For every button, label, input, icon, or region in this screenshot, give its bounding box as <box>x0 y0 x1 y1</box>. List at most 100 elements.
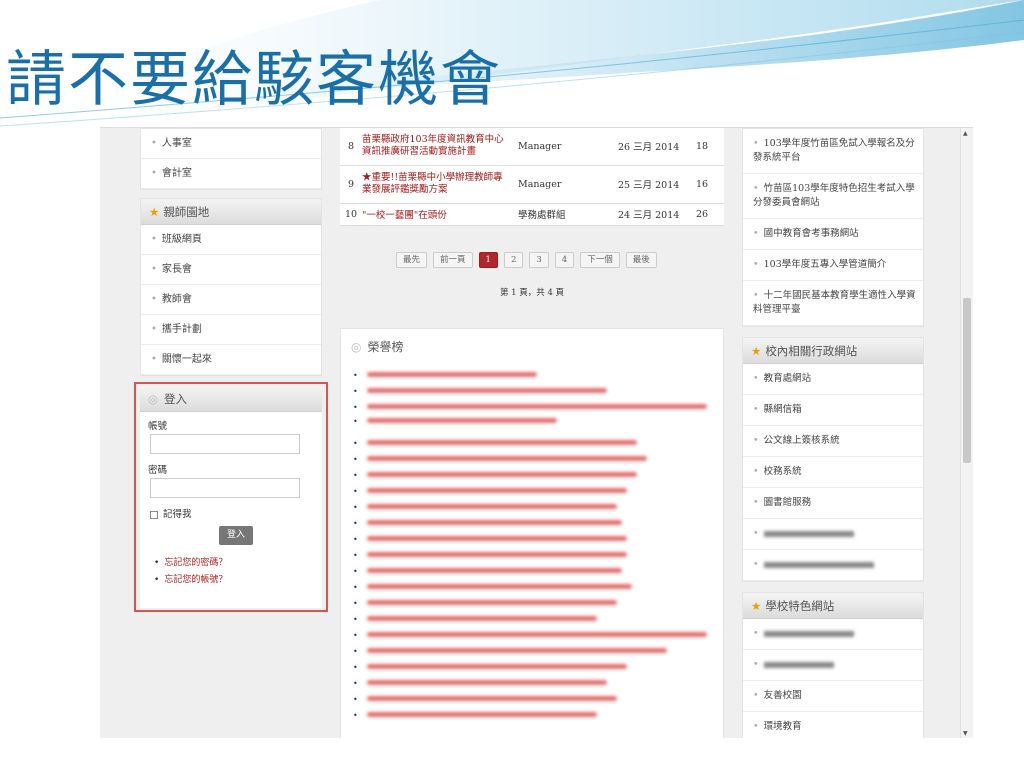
scrollbar-thumb[interactable] <box>963 298 971 463</box>
pager-page-4[interactable]: 4 <box>554 252 575 268</box>
sidebar-item-care[interactable]: • 關懷一起來 <box>141 345 321 375</box>
pager-last[interactable]: 最後 <box>625 252 657 268</box>
right-sidebar: • 103學年度竹苗區免試入學報名及分發系統平台 • 竹苗區103學年度特色招生考試… <box>742 128 924 738</box>
vertical-scrollbar[interactable]: ▲ ▼ <box>960 128 973 738</box>
forgot-account-link[interactable]: • 忘記您的帳號？ <box>154 572 322 585</box>
circle-icon: ◎ <box>148 392 159 406</box>
feature-links-panel: ★ 學校特色網站 • • • 友善校園 • 環境教育 <box>742 592 924 738</box>
news-title-link[interactable]: "一校一藝團"在頭份 <box>362 203 510 226</box>
news-hits: 18 <box>696 128 724 166</box>
blurred-text <box>367 632 707 637</box>
blurred-text <box>367 712 597 717</box>
bullet: • <box>353 599 358 608</box>
row-number: 9 <box>340 165 362 204</box>
scroll-up-icon[interactable]: ▲ <box>963 130 968 137</box>
honor-roll-title: ◎ 榮譽榜 <box>351 338 723 355</box>
sidebar-item-label: 縣網信箱 <box>763 404 802 415</box>
panel-title: 親師園地 <box>163 205 210 219</box>
sidebar-link-platform[interactable]: • 十二年國民基本教育學生適性入學資料管理平臺 <box>743 281 923 326</box>
pager-first[interactable]: 最先 <box>396 252 428 268</box>
sidebar-item-label: 103學年度五專入學管道簡介 <box>763 259 887 270</box>
sidebar-item-label: 友善校園 <box>763 690 802 701</box>
sidebar-item-personnel[interactable]: • 人事室 <box>141 129 321 159</box>
sidebar-item-label: 關懷一起來 <box>161 354 212 365</box>
blurred-text <box>763 630 854 637</box>
login-button[interactable]: 登入 <box>219 526 253 545</box>
row-number: 8 <box>340 128 362 166</box>
table-row: 8 苗栗縣政府103年度資訊教育中心資訊推廣研習活動實施計畫 Manager 2… <box>340 128 724 166</box>
sidebar-item-label: 教師會 <box>161 294 192 305</box>
bullet: • <box>353 403 358 412</box>
sidebar-link-mail[interactable]: • 縣網信箱 <box>743 395 923 426</box>
blurred-text <box>367 600 617 605</box>
bullet: • <box>353 711 358 720</box>
table-row: 9 ★重要!!苗栗縣中小學辦理教師專業發展評鑑獎勵方案 Manager 25 三… <box>340 165 724 204</box>
news-title-link[interactable]: ★重要!!苗栗縣中小學辦理教師專業發展評鑑獎勵方案 <box>362 165 510 204</box>
sidebar-item-parents[interactable]: • 家長會 <box>141 255 321 285</box>
bullet: • <box>353 551 358 560</box>
pager-page-3[interactable]: 3 <box>529 252 549 268</box>
sidebar-link-school-system[interactable]: • 校務系統 <box>743 457 923 488</box>
sidebar-link-documents[interactable]: • 公文線上簽核系統 <box>743 426 923 457</box>
sidebar-link-admission[interactable]: • 103學年度竹苗區免試入學報名及分發系統平台 <box>743 129 923 174</box>
sidebar-item-label: 圖書館服務 <box>763 497 812 508</box>
scroll-down-icon[interactable]: ▼ <box>963 730 968 737</box>
sidebar-link-environment[interactable]: • 環境教育 <box>743 712 923 738</box>
bullet: • <box>353 535 358 544</box>
blurred-text <box>367 568 622 573</box>
pager-next[interactable]: 下一個 <box>580 252 620 268</box>
news-title-link[interactable]: 苗栗縣政府103年度資訊教育中心資訊推廣研習活動實施計畫 <box>362 128 510 166</box>
pager-page-1[interactable]: 1 <box>478 252 498 268</box>
star-icon: ★ <box>149 205 160 219</box>
remember-me[interactable]: 記得我 <box>150 506 322 520</box>
sidebar-item-class-pages[interactable]: • 班級網頁 <box>141 225 321 255</box>
sidebar-link-exam[interactable]: • 國中教育會考事務網站 <box>743 219 923 250</box>
blurred-text <box>367 696 617 701</box>
login-title: 登入 <box>164 392 188 406</box>
sidebar-link-blurred-3[interactable]: • <box>743 619 923 650</box>
row-number: 10 <box>340 203 362 226</box>
sidebar-link-blurred-2[interactable]: • <box>743 550 923 581</box>
sidebar-link-blurred-4[interactable]: • <box>743 650 923 681</box>
sidebar-item-label: 家長會 <box>161 264 192 275</box>
login-header: ◎ 登入 <box>140 386 322 412</box>
bullet: • <box>353 679 358 688</box>
sidebar-link-blurred-1[interactable]: • <box>743 519 923 550</box>
news-author: 學務處群組 <box>510 203 618 226</box>
login-module: ◎ 登入 帳號 密碼 記得我 登入 • 忘記您的密碼？ • 忘記您的帳號？ <box>140 386 322 608</box>
news-date: 26 三月 2014 <box>618 128 696 166</box>
bullet: • <box>353 647 358 656</box>
main-content: 8 苗栗縣政府103年度資訊教育中心資訊推廣研習活動實施計畫 Manager 2… <box>340 128 724 738</box>
bullet: • <box>353 631 358 640</box>
blurred-text <box>367 456 647 461</box>
sidebar-item-label: 會計室 <box>161 168 192 179</box>
account-input[interactable] <box>150 434 300 454</box>
star-icon: ★ <box>751 599 762 613</box>
pager-page-2[interactable]: 2 <box>503 252 524 268</box>
remember-label: 記得我 <box>163 509 192 520</box>
forgot-password-link[interactable]: • 忘記您的密碼？ <box>154 555 322 568</box>
password-label: 密碼 <box>148 465 168 476</box>
sidebar-link-education-dept[interactable]: • 教育處網站 <box>743 364 923 395</box>
sidebar-link-friendly-campus[interactable]: • 友善校園 <box>743 681 923 712</box>
bullet: • <box>353 471 358 480</box>
password-input[interactable] <box>150 478 300 498</box>
sidebar-item-teachers[interactable]: • 教師會 <box>141 285 321 315</box>
sidebar-link-five-year[interactable]: • 103學年度五專入學管道簡介 <box>743 250 923 281</box>
blurred-text <box>367 520 622 525</box>
sidebar-item-accounting[interactable]: • 會計室 <box>141 159 321 189</box>
news-date: 24 三月 2014 <box>618 203 696 226</box>
bullet: • <box>353 567 358 576</box>
sidebar-link-special-admission[interactable]: • 竹苗區103學年度特色招生考試入學分發委員會網站 <box>743 174 923 219</box>
link-label: 忘記您的密碼？ <box>164 558 228 568</box>
blurred-text <box>367 440 637 445</box>
bullet: • <box>353 371 358 380</box>
checkbox[interactable] <box>150 510 158 519</box>
sidebar-item-plan[interactable]: • 攜手計劃 <box>141 315 321 345</box>
sidebar-item-label: 環境教育 <box>763 721 802 732</box>
teacher-panel-header: ★ 親師園地 <box>141 199 321 225</box>
sidebar-link-library[interactable]: • 圖書館服務 <box>743 488 923 519</box>
blurred-text <box>367 664 627 669</box>
pager-prev[interactable]: 前一頁 <box>433 252 473 268</box>
honor-roll-panel: ◎ 榮譽榜 • • • • • • • • • • • • • • • • • • • • • • <box>340 328 724 738</box>
